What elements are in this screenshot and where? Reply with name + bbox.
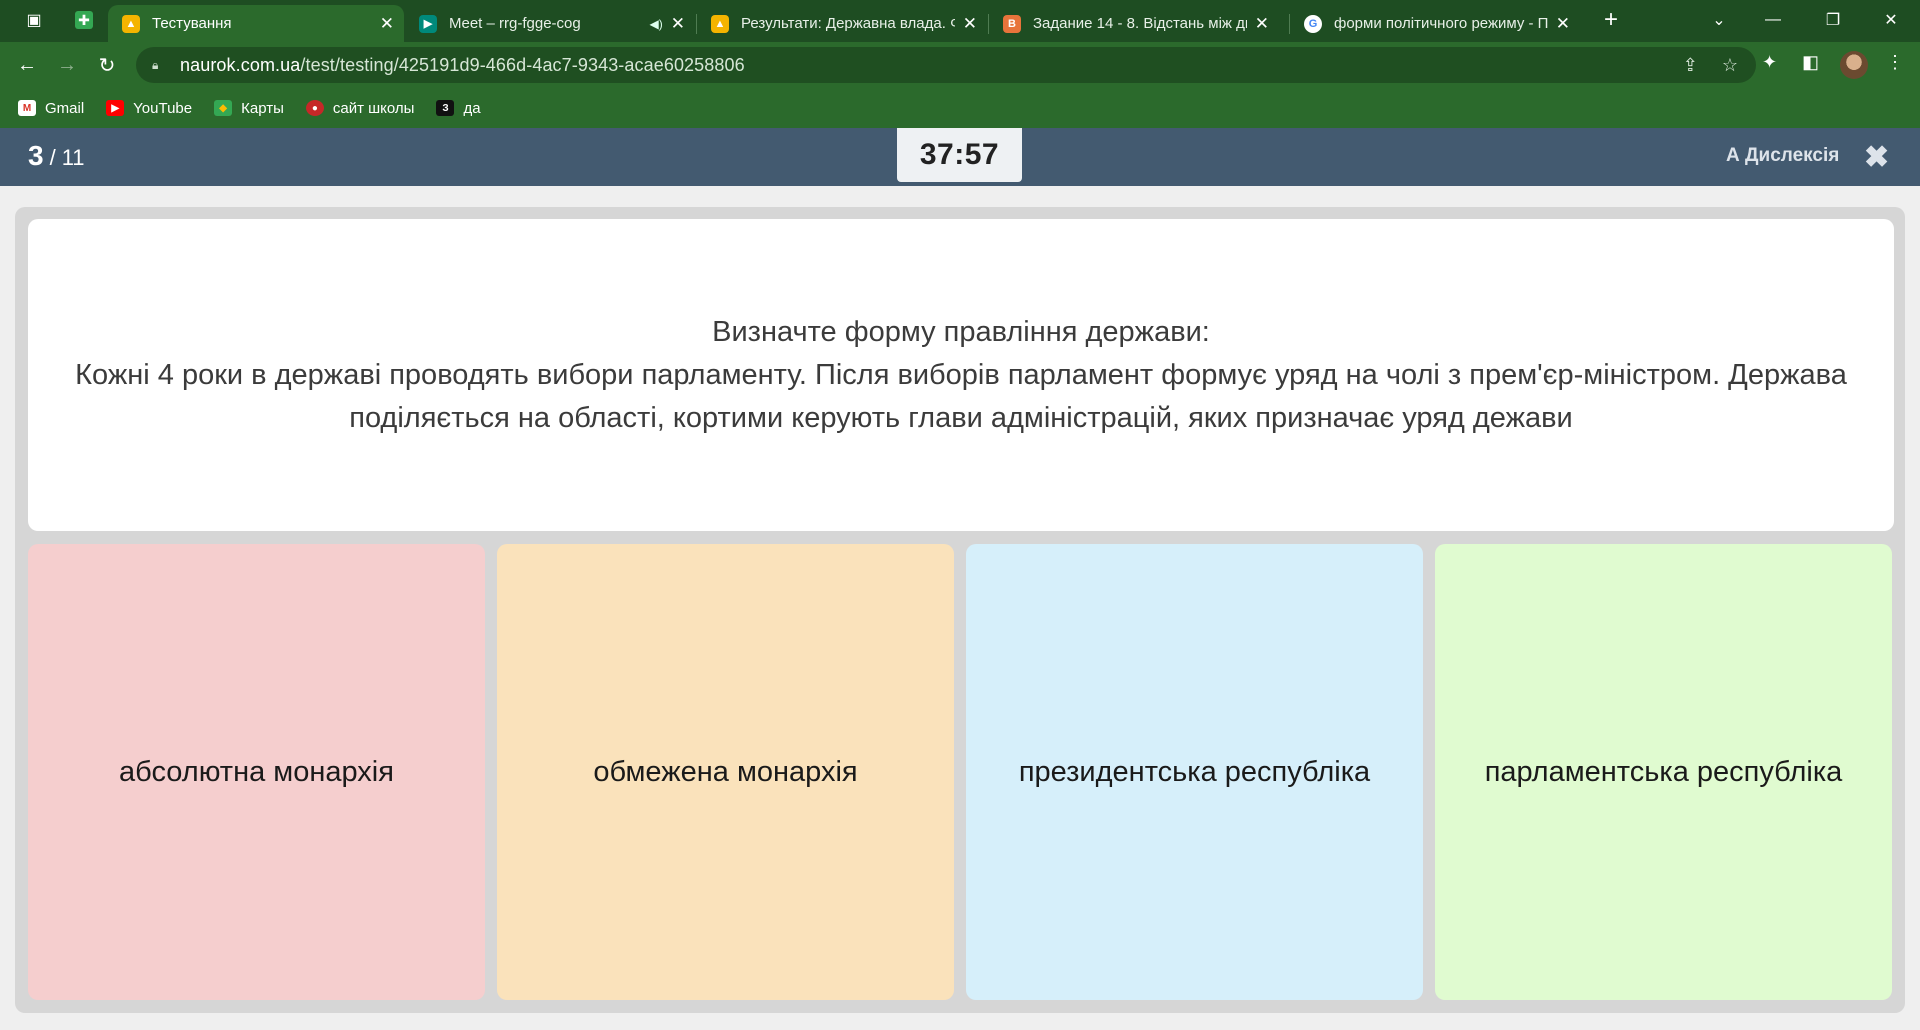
bookmarks-bar: M Gmail ▶ YouTube ◆ Карты ● сайт школы З… <box>0 88 1920 128</box>
tab-meet[interactable]: ▶ Meet – rrg-fgge-cog ◀) ✕ <box>405 5 695 42</box>
close-tab-icon[interactable]: ✕ <box>963 14 977 34</box>
tab-title: Задание 14 - 8. Відстань між дв <box>1033 15 1247 32</box>
tab-title: Тестування <box>152 15 232 32</box>
speaker-icon[interactable]: ◀) <box>650 17 663 31</box>
browser-menu-icon[interactable]: ⋮ <box>1886 52 1904 73</box>
tab-title: Meet – rrg-fgge-cog <box>449 15 581 32</box>
url-host: naurok.com.ua <box>180 54 301 75</box>
address-bar[interactable]: 🔒︎ naurok.com.ua/test/testing/425191d9-4… <box>136 47 1756 83</box>
bookmark-maps[interactable]: ◆ Карты <box>214 100 284 117</box>
google-favicon-icon: G <box>1304 14 1322 33</box>
school-site-icon: ● <box>305 100 324 116</box>
naurok-favicon-icon: ▲ <box>711 14 729 33</box>
forward-arrow-icon[interactable]: → <box>52 50 82 80</box>
bookmark-label: YouTube <box>133 99 193 117</box>
side-panel-icon[interactable]: ◧ <box>1802 52 1819 73</box>
close-tab-icon[interactable]: ✕ <box>380 14 394 34</box>
reload-icon[interactable]: ↻ <box>92 50 122 80</box>
meet-favicon-icon: ▶ <box>419 14 437 33</box>
new-tab-button[interactable]: + <box>1588 0 1634 40</box>
url-text[interactable]: naurok.com.ua/test/testing/425191d9-466d… <box>180 55 745 76</box>
question-text: Кожні 4 роки в державі проводять вибори … <box>75 358 1847 434</box>
browser-tab-strip: ▣ ✚ ▲ Тестування ✕ ▶ Meet – rrg-fgge-cog… <box>0 0 1920 42</box>
task-favicon-icon: B <box>1003 14 1021 33</box>
tab-testing[interactable]: ▲ Тестування ✕ <box>108 5 404 42</box>
z-icon: З <box>436 100 455 116</box>
answer-option-3[interactable]: президентська республіка <box>966 544 1423 1000</box>
current-question-number: 3 <box>28 140 44 171</box>
bookmark-school-site[interactable]: ● сайт школы <box>305 99 415 117</box>
gmail-icon: M <box>18 100 36 116</box>
answer-label: обмежена монархія <box>593 755 858 788</box>
answer-label: президентська республіка <box>1018 755 1371 788</box>
answer-label: абсолютна монархія <box>119 755 394 788</box>
dyslexia-font-toggle[interactable]: А Дислексія <box>1726 145 1839 167</box>
tab-list-chevron-icon[interactable]: ⌄ <box>1696 0 1742 40</box>
question-counter: 3 / 11 <box>28 140 85 172</box>
counter-separator: / <box>49 145 56 170</box>
restore-icon[interactable]: ❐ <box>1810 0 1856 40</box>
answer-option-4[interactable]: парламентська республіка <box>1435 544 1892 1000</box>
close-tab-icon[interactable]: ✕ <box>1255 14 1269 34</box>
tab-results[interactable]: ▲ Результати: Державна влада. Ф ✕ <box>697 5 987 42</box>
tab-google-search[interactable]: G форми політичного режиму - П ✕ <box>1290 5 1580 42</box>
back-arrow-icon[interactable]: ← <box>12 50 42 80</box>
close-tab-icon[interactable]: ✕ <box>1556 14 1570 34</box>
bookmark-youtube[interactable]: ▶ YouTube <box>106 100 192 117</box>
answer-option-2[interactable]: обмежена монархія <box>497 544 954 1000</box>
url-path: /test/testing/425191d9-466d-4ac7-9343-ac… <box>300 54 745 75</box>
bookmark-yes[interactable]: З да <box>436 99 481 117</box>
question-prompt: Визначте форму правління держави: <box>712 315 1210 348</box>
total-questions: 11 <box>61 145 85 170</box>
youtube-icon: ▶ <box>106 100 125 116</box>
window-close-icon[interactable]: ✕ <box>1868 0 1914 40</box>
exit-test-close-icon[interactable]: ✖ <box>1864 140 1889 175</box>
naurok-favicon-icon: ▲ <box>122 14 140 33</box>
share-icon[interactable]: ⇪ <box>1683 55 1698 76</box>
tab-title: форми політичного режиму - П <box>1334 15 1548 32</box>
minimize-icon[interactable]: — <box>1750 0 1796 40</box>
bookmark-star-icon[interactable]: ☆ <box>1722 55 1738 76</box>
lock-icon: 🔒︎ <box>152 58 159 72</box>
browser-toolbar: ← → ↻ 🔒︎ naurok.com.ua/test/testing/4251… <box>0 42 1920 88</box>
bookmark-label: Gmail <box>45 99 85 117</box>
bookmark-gmail[interactable]: M Gmail <box>18 100 84 117</box>
profile-avatar[interactable] <box>1840 51 1868 79</box>
tab-task-14[interactable]: B Задание 14 - 8. Відстань між дв ✕ <box>989 5 1279 42</box>
answer-option-1[interactable]: абсолютна монархія <box>28 544 485 1000</box>
bookmark-label: да <box>463 99 481 117</box>
tab-title: Результати: Державна влада. Ф <box>741 15 955 32</box>
answer-label: парламентська республіка <box>1484 755 1843 788</box>
close-tab-icon[interactable]: ✕ <box>671 14 685 34</box>
countdown-timer: 37:57 <box>897 128 1022 182</box>
bookmark-label: сайт школы <box>332 99 415 117</box>
extensions-icon[interactable]: ✦ <box>1762 52 1777 73</box>
tab-search-icon[interactable]: ▣ <box>12 0 56 40</box>
bookmark-label: Карты <box>241 99 284 117</box>
maps-icon: ◆ <box>214 100 233 116</box>
question-card: Визначте форму правління держави: Кожні … <box>28 219 1894 531</box>
google-classroom-icon[interactable]: ✚ <box>62 0 106 40</box>
